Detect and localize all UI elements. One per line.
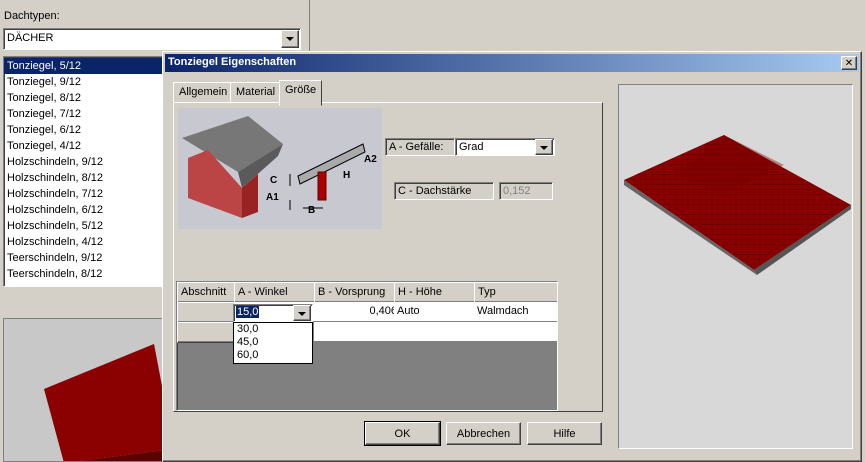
roof-type-item[interactable]: Tonziegel, 7/12 [4,106,172,122]
roof-type-item[interactable]: Tonziegel, 9/12 [4,74,172,90]
roof-type-item[interactable]: Tonziegel, 5/12 [4,58,172,74]
cell-hoehe[interactable]: Auto [394,302,481,322]
thickness-label: C - Dachstärke [398,185,472,197]
slope-unit-value: Grad [459,141,484,153]
cell-empty[interactable] [394,322,481,341]
close-button[interactable]: ✕ [841,56,857,70]
help-button[interactable]: Hilfe [527,422,602,445]
roof-type-item[interactable]: Holzschindeln, 6/12 [4,202,172,218]
section-sketch [289,143,366,210]
col-header-vorsprung[interactable]: B - Vorsprung [314,282,402,303]
chevron-down-icon[interactable] [293,305,311,321]
slope-label-box: A - Gefälle: [385,138,455,156]
label-h: H [343,170,350,181]
slope-label: A - Gefälle: [389,141,444,153]
label-b: B [308,205,315,216]
close-icon: ✕ [844,57,854,69]
thickness-label-box: C - Dachstärke [394,182,494,200]
tab-strip: Allgemein Material Größe [173,80,613,106]
roof-dimension-diagram: C A1 A2 H B [178,108,382,229]
roof-type-item[interactable]: Tonziegel, 8/12 [4,90,172,106]
ok-button[interactable]: OK [364,421,441,446]
roof-type-list[interactable]: Tonziegel, 5/12 Tonziegel, 9/12 Tonziegel,… [3,56,173,287]
dachtypen-dropdown[interactable]: DÄCHER [3,28,301,50]
col-header-winkel[interactable]: A - Winkel [234,282,322,303]
cell-empty[interactable] [474,322,557,341]
col-header-hoehe[interactable]: H - Höhe [394,282,482,303]
dachtypen-label: Dachtypen: [4,10,60,22]
roof-type-item[interactable]: Teerschindeln, 9/12 [4,250,172,266]
roof-type-item[interactable]: Teerschindeln, 8/12 [4,266,172,282]
angle-value[interactable]: 15,0 [236,306,260,318]
angle-option[interactable]: 60,0 [234,349,312,362]
dialog-title-bar: Tonziegel Eigenschaften ✕ [165,54,859,72]
properties-dialog: Tonziegel Eigenschaften ✕ Allgemein Mate… [162,51,862,462]
roof-type-item[interactable]: Tonziegel, 4/12 [4,138,172,154]
roof-preview-image [624,135,851,275]
thickness-field[interactable]: 0,152 [499,182,553,200]
chevron-down-icon[interactable] [281,30,299,48]
col-header-typ[interactable]: Typ [474,282,557,303]
roof-3d-preview [618,84,853,449]
cell-typ[interactable]: Walmdach [474,302,557,322]
roof-type-item[interactable]: Holzschindeln, 4/12 [4,234,172,250]
thickness-value: 0,152 [503,185,531,197]
roof-type-item[interactable]: Holzschindeln, 9/12 [4,154,172,170]
roof-type-item[interactable]: Holzschindeln, 7/12 [4,186,172,202]
angle-option[interactable]: 30,0 [234,323,312,336]
col-header-abschnitt[interactable]: Abschnitt [177,282,242,303]
angle-option[interactable]: 45,0 [234,336,312,349]
roof-type-item[interactable]: Tonziegel, 6/12 [4,122,172,138]
angle-options-list[interactable]: 30,0 45,0 60,0 [233,322,313,364]
cancel-button[interactable]: Abbrechen [446,422,521,445]
cell-vorsprung[interactable]: 0,406 [314,302,401,322]
dachtypen-value: DÄCHER [7,32,54,44]
label-c: C [270,175,277,186]
label-a1: A1 [266,192,279,203]
roof-type-item[interactable]: Holzschindeln, 8/12 [4,170,172,186]
tab-allgemein[interactable]: Allgemein [173,82,234,104]
angle-combo[interactable]: 15,0 [233,304,313,322]
slope-unit-dropdown[interactable]: Grad [455,138,555,156]
cell-empty[interactable] [314,322,401,341]
tab-material[interactable]: Material [230,82,282,104]
roof-type-item[interactable]: Holzschindeln, 5/12 [4,218,172,234]
tab-groesse[interactable]: Größe [279,80,323,106]
dialog-title: Tonziegel Eigenschaften [168,56,297,68]
label-a2: A2 [364,154,377,165]
chevron-down-icon[interactable] [535,139,553,155]
